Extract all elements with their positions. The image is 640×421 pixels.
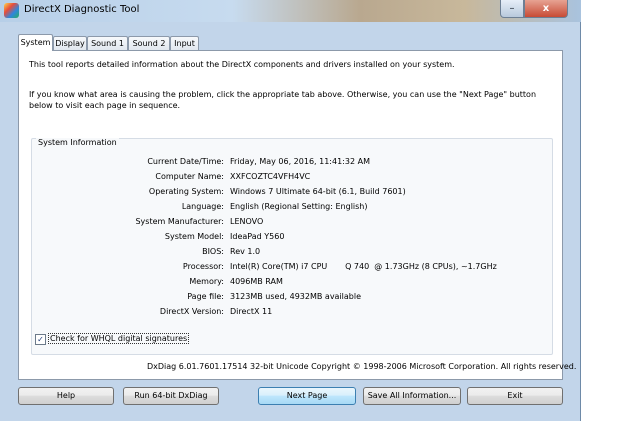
info-row-page-file: Page file: 3123MB used, 4932MB available xyxy=(32,292,552,304)
help-button[interactable]: Help xyxy=(18,387,114,405)
directx-icon xyxy=(4,3,19,18)
minimize-button[interactable]: – xyxy=(500,0,524,18)
next-page-label: Next Page xyxy=(286,391,328,400)
tab-input[interactable]: Input xyxy=(170,36,199,50)
info-value: 4096MB RAM xyxy=(230,277,283,286)
info-row-directx-version: DirectX Version: DirectX 11 xyxy=(32,307,552,319)
system-tab-panel: This tool reports detailed information a… xyxy=(18,50,576,380)
info-label: DirectX Version: xyxy=(159,307,224,316)
system-information-heading: System Information xyxy=(36,138,119,147)
info-value: XXFCOZTC4VFH4VC xyxy=(230,172,311,181)
info-row-os: Operating System: Windows 7 Ultimate 64-… xyxy=(32,187,552,199)
dxdiag-window: DirectX Diagnostic Tool – x System Displ… xyxy=(0,0,581,421)
help-button-label: Help xyxy=(56,391,76,400)
info-label: System Manufacturer: xyxy=(135,217,224,226)
info-row-datetime: Current Date/Time: Friday, May 06, 2016,… xyxy=(32,157,552,169)
info-row-model: System Model: IdeaPad Y560 xyxy=(32,232,552,244)
info-row-manufacturer: System Manufacturer: LENOVO xyxy=(32,217,552,229)
run-64-bit-dxdiag-button[interactable]: Run 64-bit DxDiag xyxy=(123,387,219,405)
info-value: Rev 1.0 xyxy=(230,247,261,256)
tab-sound-1[interactable]: Sound 1 xyxy=(87,36,128,50)
intro-text-2: If you know what area is causing the pro… xyxy=(29,90,537,110)
info-value: Windows 7 Ultimate 64-bit (6.1, Build 76… xyxy=(230,187,406,196)
info-value: Friday, May 06, 2016, 11:41:32 AM xyxy=(230,157,370,166)
info-row-memory: Memory: 4096MB RAM xyxy=(32,277,552,289)
exit-label: Exit xyxy=(507,391,523,400)
info-label: BIOS: xyxy=(202,247,224,256)
info-label: Current Date/Time: xyxy=(147,157,224,166)
info-row-computer-name: Computer Name: XXFCOZTC4VFH4VC xyxy=(32,172,552,184)
close-button[interactable]: x xyxy=(524,0,568,18)
info-label: Processor: xyxy=(182,262,224,271)
save-all-information-button[interactable]: Save All Information... xyxy=(363,387,461,405)
whql-checkbox[interactable]: ✓ xyxy=(35,334,46,345)
info-label: Page file: xyxy=(187,292,224,301)
info-value: Intel(R) Core(TM) i7 CPU Q 740 @ 1.73GHz… xyxy=(230,262,497,271)
exit-button[interactable]: Exit xyxy=(467,387,563,405)
info-row-language: Language: English (Regional Setting: Eng… xyxy=(32,202,552,214)
info-value: English (Regional Setting: English) xyxy=(230,202,368,211)
info-row-processor: Processor: Intel(R) Core(TM) i7 CPU Q 74… xyxy=(32,262,552,274)
system-information-group: System Information Current Date/Time: Fr… xyxy=(31,138,553,355)
info-value: DirectX 11 xyxy=(230,307,273,316)
window-title: DirectX Diagnostic Tool xyxy=(24,4,140,15)
info-value: 3123MB used, 4932MB available xyxy=(230,292,362,301)
intro-text-1: This tool reports detailed information a… xyxy=(29,60,455,69)
tab-system[interactable]: System xyxy=(18,34,53,51)
info-value: LENOVO xyxy=(230,217,264,226)
save-all-label: Save All Information... xyxy=(367,391,457,400)
next-page-button[interactable]: Next Page xyxy=(258,387,356,405)
whql-checkbox-label[interactable]: Check for WHQL digital signatures xyxy=(48,333,190,344)
tab-sound-2[interactable]: Sound 2 xyxy=(128,36,170,50)
tab-display[interactable]: Display xyxy=(53,36,87,50)
info-label: Language: xyxy=(181,202,224,211)
run-64-bit-label: Run 64-bit DxDiag xyxy=(134,391,208,400)
info-row-bios: BIOS: Rev 1.0 xyxy=(32,247,552,259)
version-copyright-text: DxDiag 6.01.7601.17514 32-bit Unicode Co… xyxy=(147,362,577,371)
info-label: Memory: xyxy=(189,277,224,286)
info-label: Computer Name: xyxy=(155,172,224,181)
info-value: IdeaPad Y560 xyxy=(230,232,285,241)
info-label: System Model: xyxy=(164,232,224,241)
title-bar[interactable]: DirectX Diagnostic Tool – x xyxy=(0,0,581,22)
info-label: Operating System: xyxy=(148,187,224,196)
